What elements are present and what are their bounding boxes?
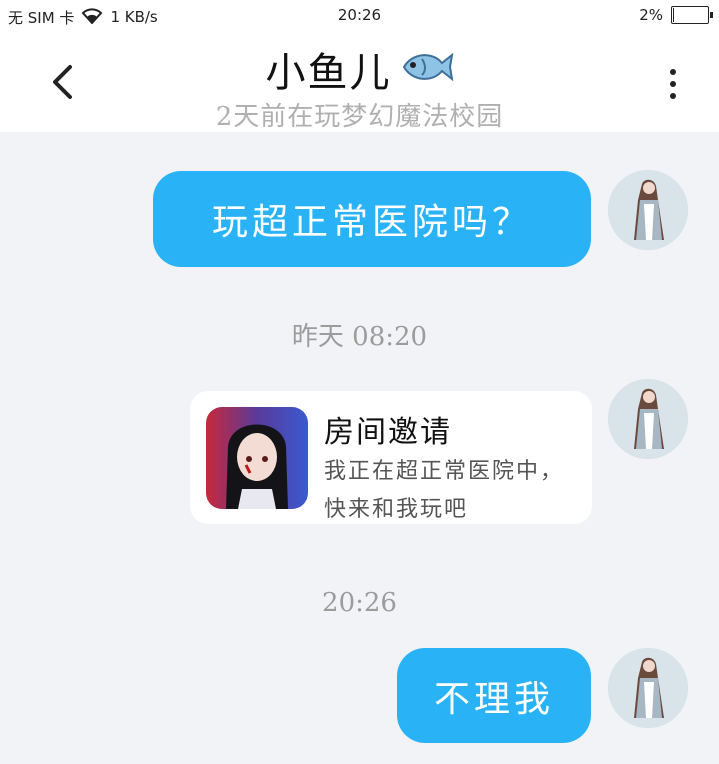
avatar-character-icon [608,170,688,250]
status-right: 2% [639,6,713,24]
avatar-character-icon [608,648,688,728]
message-text: 不理我 [433,678,554,720]
more-button[interactable] [657,62,689,106]
battery-icon [671,6,713,24]
status-time: 20:26 [337,6,382,24]
game-cover-image [206,407,308,509]
timestamp: 昨天 08:20 [291,322,428,352]
timestamp: 20:26 [322,588,397,618]
room-invite-card[interactable]: 房间邀请 我正在超正常医院中，快来和我玩吧 [190,391,592,524]
message-bubble[interactable]: 不理我 [397,648,591,743]
chat-title-wrap: 小鱼儿 [0,40,719,98]
battery-percent: 2% [639,6,663,24]
fish-icon [398,47,454,91]
battery-level [673,8,674,22]
card-title: 房间邀请 [324,415,452,450]
message-bubble[interactable]: 玩超正常医院吗？ [153,171,591,267]
message-text: 玩超正常医院吗？ [211,202,532,243]
more-vertical-icon [670,69,676,75]
card-description: 我正在超正常医院中，快来和我玩吧 [324,459,565,522]
avatar-character-icon [608,379,688,459]
avatar[interactable] [608,648,688,728]
status-bar: 无 SIM 卡 1 KB/s 20:26 2% [0,0,719,32]
chat-subtitle: 2天前在玩梦幻魔法校园 [215,102,504,132]
avatar[interactable] [608,170,688,250]
chat-title: 小鱼儿 [265,50,392,96]
chat-header: 小鱼儿 2天前在玩梦幻魔法校园 [0,32,719,132]
avatar[interactable] [608,379,688,459]
